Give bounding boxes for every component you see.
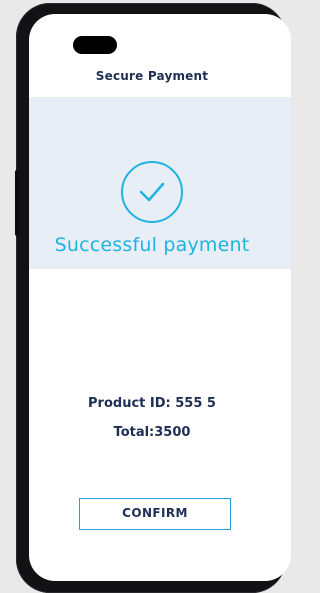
total-label: Total:3500 <box>113 425 191 440</box>
success-banner: Successful payment <box>29 97 291 269</box>
check-circle-icon <box>121 161 183 223</box>
page-title: Secure Payment <box>95 69 209 83</box>
volume-button <box>15 170 19 236</box>
success-message: Successful payment <box>54 234 250 256</box>
product-id-label: Product ID: 555 5 <box>88 396 216 411</box>
front-camera <box>73 36 117 54</box>
phone-screen: Secure Payment Successful payment Produc… <box>29 14 291 581</box>
confirm-button[interactable]: CONFIRM <box>79 498 231 530</box>
